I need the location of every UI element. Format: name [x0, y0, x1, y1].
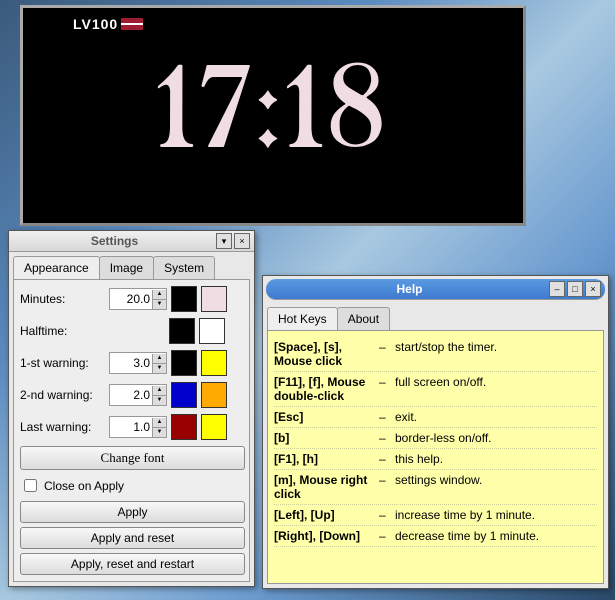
settings-titlebar[interactable]: Settings ▾ ×: [9, 231, 254, 252]
hotkey-key: [Left], [Up]: [274, 508, 379, 522]
last-input[interactable]: [110, 419, 152, 435]
last-spinbox[interactable]: ▲▼: [109, 416, 167, 438]
hotkey-key: [m], Mouse right click: [274, 473, 379, 501]
spin-down-icon[interactable]: ▼: [152, 396, 166, 405]
help-window: Help – □ × Hot Keys About [Space], [s], …: [262, 275, 609, 589]
dash: –: [379, 508, 395, 522]
minutes-label: Minutes:: [20, 292, 105, 306]
tab-hotkeys[interactable]: Hot Keys: [267, 307, 338, 330]
spin-up-icon[interactable]: ▲: [152, 290, 166, 300]
hotkey-desc: border-less on/off.: [395, 431, 597, 445]
hotkey-key: [Esc]: [274, 410, 379, 424]
warn1-spinbox[interactable]: ▲▼: [109, 352, 167, 374]
dash: –: [379, 340, 395, 368]
maximize-icon[interactable]: □: [567, 281, 583, 297]
last-label: Last warning:: [20, 420, 105, 434]
spin-down-icon[interactable]: ▼: [152, 300, 166, 309]
apply-reset-restart-button[interactable]: Apply, reset and restart: [20, 553, 245, 575]
dash: –: [379, 431, 395, 445]
minutes-spinbox[interactable]: ▲▼: [109, 288, 167, 310]
hotkey-key: [F11], [f], Mouse double-click: [274, 375, 379, 403]
timer-time: 17:18: [156, 56, 390, 176]
dash: –: [379, 473, 395, 501]
halftime-fg-swatch[interactable]: [169, 318, 195, 344]
hotkey-desc: increase time by 1 minute.: [395, 508, 597, 522]
change-font-button[interactable]: Change font: [20, 446, 245, 470]
close-icon[interactable]: ×: [234, 233, 250, 249]
warn1-bg-swatch[interactable]: [201, 350, 227, 376]
last-bg-swatch[interactable]: [201, 414, 227, 440]
apply-button[interactable]: Apply: [20, 501, 245, 523]
hotkey-row: [F11], [f], Mouse double-click–full scre…: [274, 372, 597, 407]
hotkey-row: [Left], [Up]–increase time by 1 minute.: [274, 505, 597, 526]
warn1-input[interactable]: [110, 355, 152, 371]
help-body: [Space], [s], Mouse click–start/stop the…: [267, 330, 604, 584]
spin-up-icon[interactable]: ▲: [152, 386, 166, 396]
hotkey-row: [Right], [Down]–decrease time by 1 minut…: [274, 526, 597, 547]
apply-reset-button[interactable]: Apply and reset: [20, 527, 245, 549]
hotkey-key: [Space], [s], Mouse click: [274, 340, 379, 368]
hotkey-row: [Space], [s], Mouse click–start/stop the…: [274, 337, 597, 372]
minimize-icon[interactable]: –: [549, 281, 565, 297]
settings-title: Settings: [13, 234, 216, 248]
minimize-icon[interactable]: ▾: [216, 233, 232, 249]
hotkey-key: [F1], [h]: [274, 452, 379, 466]
halftime-label: Halftime:: [20, 324, 105, 338]
hotkey-row: [Esc]–exit.: [274, 407, 597, 428]
close-icon[interactable]: ×: [585, 281, 601, 297]
warn1-label: 1-st warning:: [20, 356, 105, 370]
hotkey-desc: full screen on/off.: [395, 375, 597, 403]
hotkey-desc: decrease time by 1 minute.: [395, 529, 597, 543]
warn2-spinbox[interactable]: ▲▼: [109, 384, 167, 406]
dash: –: [379, 410, 395, 424]
warn2-label: 2-nd warning:: [20, 388, 105, 402]
dash: –: [379, 375, 395, 403]
dash: –: [379, 452, 395, 466]
tab-image[interactable]: Image: [99, 256, 154, 279]
help-titlebar[interactable]: Help – □ ×: [266, 279, 605, 300]
close-on-apply-label: Close on Apply: [44, 479, 124, 493]
tab-about[interactable]: About: [337, 307, 390, 330]
halftime-bg-swatch[interactable]: [199, 318, 225, 344]
dash: –: [379, 529, 395, 543]
hotkey-desc: start/stop the timer.: [395, 340, 597, 368]
logo-text: LV100: [73, 16, 118, 32]
spin-down-icon[interactable]: ▼: [152, 428, 166, 437]
flag-icon: [121, 18, 143, 30]
spin-up-icon[interactable]: ▲: [152, 418, 166, 428]
help-tabs: Hot Keys About: [263, 303, 608, 330]
warn2-fg-swatch[interactable]: [171, 382, 197, 408]
help-title: Help: [270, 282, 549, 296]
hotkey-row: [F1], [h]–this help.: [274, 449, 597, 470]
last-fg-swatch[interactable]: [171, 414, 197, 440]
settings-window: Settings ▾ × Appearance Image System Min…: [8, 230, 255, 587]
warn2-bg-swatch[interactable]: [201, 382, 227, 408]
settings-tabs: Appearance Image System: [9, 252, 254, 279]
hotkey-desc: exit.: [395, 410, 597, 424]
warn1-fg-swatch[interactable]: [171, 350, 197, 376]
hotkey-desc: this help.: [395, 452, 597, 466]
warn2-input[interactable]: [110, 387, 152, 403]
minutes-bg-swatch[interactable]: [201, 286, 227, 312]
hotkey-key: [b]: [274, 431, 379, 445]
minutes-input[interactable]: [110, 291, 152, 307]
timer-display[interactable]: LV100 17:18: [20, 5, 526, 226]
hotkey-desc: settings window.: [395, 473, 597, 501]
close-on-apply-box[interactable]: [24, 479, 37, 492]
spin-up-icon[interactable]: ▲: [152, 354, 166, 364]
spin-down-icon[interactable]: ▼: [152, 364, 166, 373]
tab-appearance[interactable]: Appearance: [13, 256, 100, 279]
hotkey-row: [b]–border-less on/off.: [274, 428, 597, 449]
minutes-fg-swatch[interactable]: [171, 286, 197, 312]
tab-system[interactable]: System: [153, 256, 215, 279]
settings-body: Minutes: ▲▼ Halftime: 1-st warning: ▲▼: [13, 279, 250, 582]
hotkey-key: [Right], [Down]: [274, 529, 379, 543]
timer-logo: LV100: [73, 16, 143, 32]
close-on-apply-checkbox[interactable]: Close on Apply: [20, 476, 243, 495]
hotkey-row: [m], Mouse right click–settings window.: [274, 470, 597, 505]
